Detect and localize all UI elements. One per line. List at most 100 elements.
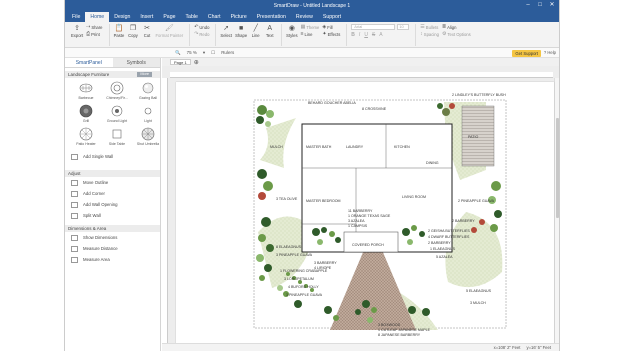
select-button[interactable]: ➚ Select bbox=[220, 24, 232, 38]
zoom-select[interactable]: 75 % bbox=[187, 50, 197, 55]
split-wall-icon bbox=[71, 212, 78, 219]
menu-chart[interactable]: Chart bbox=[203, 12, 226, 22]
text-options-button[interactable]: ⚙ Text Options bbox=[442, 31, 471, 37]
cut-button[interactable]: ✂ Cut bbox=[142, 24, 153, 38]
align-button[interactable]: ≣ Align bbox=[442, 24, 471, 30]
library-header[interactable]: Landscape Furniture More bbox=[65, 71, 160, 78]
grill-icon bbox=[79, 104, 93, 118]
add-wall-opening-button[interactable]: Add Wall Opening bbox=[65, 199, 160, 210]
symbol-gazing-ball[interactable]: Gazing Ball bbox=[133, 81, 163, 103]
menu-design[interactable]: Design bbox=[109, 12, 135, 22]
tab-symbols[interactable]: Symbols bbox=[112, 58, 160, 67]
label-boxwood: 3 BOXWOOD bbox=[378, 323, 401, 327]
shape-button[interactable]: ■ Shape bbox=[235, 24, 247, 39]
spacing-icon: ↕ bbox=[420, 31, 423, 37]
landscape-plan[interactable]: PATIO MASTER BATH LAUNDRY KITCHEN DINING… bbox=[176, 82, 554, 343]
format-painter-button[interactable]: 🖌 Format Painter bbox=[156, 24, 184, 38]
fill-button[interactable]: ◈ Fill bbox=[322, 24, 340, 30]
share-button[interactable]: ⇢ Share bbox=[86, 24, 102, 30]
bold-icon[interactable]: B bbox=[351, 32, 355, 38]
area-icon bbox=[71, 256, 78, 263]
drawing-page[interactable]: PATIO MASTER BATH LAUNDRY KITCHEN DINING… bbox=[176, 82, 554, 343]
symbol-shut-umbrella[interactable]: Shut Umbrella bbox=[133, 127, 163, 149]
paste-button[interactable]: 📋 Paste bbox=[114, 24, 125, 38]
menu-review[interactable]: Review bbox=[291, 12, 318, 22]
plant-cluster-top-left[interactable] bbox=[256, 105, 274, 127]
menu-insert[interactable]: Insert bbox=[135, 12, 158, 22]
vertical-scrollbar[interactable] bbox=[554, 78, 559, 343]
strikethrough-icon[interactable]: S bbox=[372, 32, 375, 38]
canvas-area[interactable]: Page 1 ⊕ PATIO MASTER BATH LAUNDRY KITCH… bbox=[162, 58, 559, 343]
copy-button[interactable]: ❐ Copy bbox=[128, 24, 139, 38]
italic-icon[interactable]: I bbox=[359, 32, 360, 38]
brush-icon: 🖌 bbox=[164, 25, 174, 32]
maximize-icon[interactable]: □ bbox=[537, 2, 543, 8]
print-button[interactable]: ⎙ Print bbox=[86, 31, 102, 37]
front-walkway[interactable] bbox=[330, 250, 416, 330]
theme-button[interactable]: ▦ Theme bbox=[301, 24, 320, 30]
label-patio: PATIO bbox=[468, 135, 478, 139]
label-elaeagnus-right: 1 ELAEAGNUS bbox=[430, 247, 456, 251]
styles-button[interactable]: ◉ Styles bbox=[286, 24, 297, 38]
menu-file[interactable]: File bbox=[67, 12, 85, 22]
menu-support[interactable]: Support bbox=[318, 12, 346, 22]
menu-bar: File Home Design Insert Page Table Chart… bbox=[65, 12, 559, 22]
add-single-wall-button[interactable]: Add Single Wall bbox=[65, 151, 160, 162]
effects-icon: ✦ bbox=[322, 31, 327, 37]
text-button[interactable]: A Text bbox=[264, 24, 275, 39]
tab-smartpanel[interactable]: SmartPanel bbox=[65, 58, 113, 67]
app-window: SmartDraw - Untitled Landscape 1 – □ ✕ F… bbox=[64, 0, 560, 351]
fill-icon: ◈ bbox=[322, 24, 327, 30]
ribbon: ⇪ Export ⇢ Share ⎙ Print 📋 Paste ❐ Copy ✂ Cut … bbox=[65, 22, 559, 48]
menu-picture[interactable]: Picture bbox=[226, 12, 252, 22]
export-button[interactable]: ⇪ Export bbox=[71, 24, 83, 38]
get-support-button[interactable]: Get Support bbox=[512, 49, 541, 57]
more-button[interactable]: More bbox=[137, 72, 152, 77]
scrollbar-thumb[interactable] bbox=[556, 118, 559, 218]
menu-home[interactable]: Home bbox=[85, 12, 110, 22]
spacing-button[interactable]: ↕ Spacing bbox=[420, 31, 439, 37]
symbol-side-table[interactable]: Side Table bbox=[102, 127, 132, 149]
font-color-icon[interactable]: A bbox=[379, 32, 382, 38]
measure-distance-button[interactable]: Measure Distance bbox=[65, 243, 160, 254]
page-tab-1[interactable]: Page 1 bbox=[170, 59, 191, 65]
label-buford-holly: 4 BUFORD HOLLY bbox=[288, 285, 319, 289]
line-button[interactable]: ╱ Line bbox=[250, 24, 261, 38]
covered-porch[interactable] bbox=[343, 231, 399, 253]
menu-page[interactable]: Page bbox=[158, 12, 180, 22]
lawn-left-top bbox=[260, 118, 296, 168]
add-page-icon[interactable]: ⊕ bbox=[194, 59, 199, 66]
symbol-light[interactable]: Light bbox=[133, 104, 163, 126]
label-campsis: 1 CAMPSIS bbox=[348, 224, 368, 228]
symbol-ground-light[interactable]: Ground Light bbox=[102, 104, 132, 126]
minimize-icon[interactable]: – bbox=[525, 2, 531, 8]
measure-area-button[interactable]: Measure Area bbox=[65, 254, 160, 265]
move-outline-icon bbox=[71, 179, 78, 186]
font-family-select[interactable]: Arial bbox=[351, 24, 396, 30]
symbol-chimney[interactable]: Chimney/Fir... bbox=[102, 81, 132, 103]
undo-button[interactable]: ↶ Undo bbox=[194, 24, 209, 30]
help-button[interactable]: ? Help bbox=[544, 50, 556, 55]
underline-icon[interactable]: U bbox=[364, 32, 368, 38]
redo-button[interactable]: ↷ Redo bbox=[194, 31, 209, 37]
symbol-patio-heater[interactable]: Patio Heater bbox=[71, 127, 101, 149]
scissors-icon: ✂ bbox=[144, 25, 150, 32]
effects-button[interactable]: ✦ Effects bbox=[322, 31, 340, 37]
show-dimensions-toggle[interactable]: Show Dimensions bbox=[65, 232, 160, 243]
menu-presentation[interactable]: Presentation bbox=[252, 12, 291, 22]
font-size-select[interactable]: 10 bbox=[397, 24, 410, 30]
split-wall-button[interactable]: Split Wall bbox=[65, 210, 160, 221]
rulers-checkbox[interactable]: ☐ bbox=[211, 50, 215, 56]
line-style-button[interactable]: ≡ Line bbox=[301, 31, 320, 37]
label-crossvine: 8 CROSSVINE bbox=[362, 107, 387, 111]
y-coordinate: y=16' 5" Feet bbox=[526, 345, 551, 350]
add-corner-button[interactable]: Add Corner bbox=[65, 188, 160, 199]
zoom-dropdown-icon[interactable]: ▾ bbox=[203, 50, 205, 56]
symbol-barbecue[interactable]: Barbecue bbox=[71, 81, 101, 103]
move-outline-button[interactable]: Move Outline bbox=[65, 177, 160, 188]
bullets-button[interactable]: ☰ Bullets bbox=[420, 24, 439, 30]
close-icon[interactable]: ✕ bbox=[549, 2, 555, 8]
menu-table[interactable]: Table bbox=[180, 12, 202, 22]
symbol-grill[interactable]: Grill bbox=[71, 104, 101, 126]
label-barberry-right: 2 BARBERRY bbox=[452, 219, 475, 223]
